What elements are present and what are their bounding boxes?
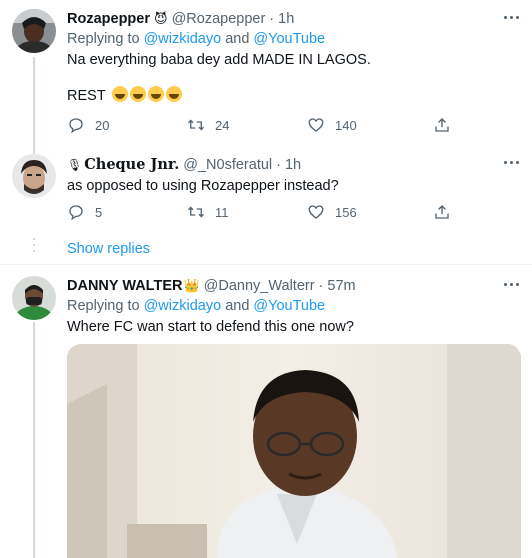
tweet-header: 🎙 Cheque Jnr. @_N0sferatul · 1h — [67, 155, 302, 175]
crown-emoji-icon: 👑 — [183, 278, 200, 293]
tweet-header: DANNY WALTER 👑 @Danny_Walterr · 57m — [67, 276, 356, 296]
devil-emoji-icon: 😈 — [154, 11, 168, 26]
retweet-button[interactable]: 11 — [187, 203, 229, 221]
reply-icon — [69, 118, 83, 134]
mention-link[interactable]: @YouTube — [253, 298, 325, 314]
display-name[interactable]: Rozapepper — [67, 9, 150, 29]
show-replies-link[interactable]: Show replies — [67, 239, 150, 259]
tweet-text-line: Na everything baba dey add MADE IN LAGOS… — [67, 52, 371, 68]
tweet-cheque-jnr[interactable]: 🎙 Cheque Jnr. @_N0sferatul · 1h as oppos… — [0, 146, 532, 234]
mention-link[interactable]: @wizkidayo — [144, 298, 222, 314]
tweet-text-line: Where FC wan start to defend this one no… — [67, 319, 354, 335]
thread-line — [33, 57, 35, 146]
retweet-count: 11 — [215, 204, 229, 220]
more-icon[interactable] — [502, 278, 522, 292]
reply-button[interactable]: 5 — [67, 203, 102, 221]
timestamp[interactable]: 1h — [278, 9, 294, 29]
share-icon — [435, 205, 449, 219]
share-button[interactable] — [433, 203, 451, 221]
like-count: 156 — [335, 204, 357, 220]
handle[interactable]: @Danny_Walterr — [204, 276, 315, 296]
heart-icon — [308, 205, 324, 219]
thread-line — [33, 322, 35, 558]
handle[interactable]: @_N0sferatul — [183, 155, 272, 175]
like-count: 140 — [335, 117, 357, 133]
like-button[interactable]: 156 — [307, 203, 357, 221]
retweet-icon — [188, 119, 204, 131]
like-button[interactable]: 140 — [307, 116, 357, 134]
tweet-header: Rozapepper 😈 @Rozapepper · 1h — [67, 9, 295, 29]
heart-icon — [308, 118, 324, 132]
handle[interactable]: @Rozapepper — [172, 9, 266, 29]
display-name[interactable]: Cheque Jnr. — [84, 155, 179, 175]
avatar[interactable] — [12, 9, 56, 53]
more-icon[interactable] — [502, 156, 522, 170]
share-icon — [435, 118, 449, 132]
tweet-text-line: as opposed to using Rozapepper instead? — [67, 178, 339, 194]
more-replies-indicator — [33, 238, 35, 256]
tweet-text-line: REST — [67, 86, 520, 106]
retweet-icon — [188, 206, 204, 218]
microphone-icon: 🎙 — [67, 158, 83, 172]
display-name[interactable]: DANNY WALTER — [67, 276, 182, 296]
avatar[interactable] — [12, 276, 56, 320]
more-icon[interactable] — [502, 11, 522, 25]
timestamp[interactable]: 1h — [285, 155, 301, 175]
retweet-count: 24 — [215, 117, 230, 133]
tweet-rozapepper[interactable]: Rozapepper 😈 @Rozapepper · 1h Replying t… — [0, 0, 532, 146]
avatar[interactable] — [12, 154, 56, 198]
reply-button[interactable]: 20 — [67, 116, 109, 134]
laughing-emoji-icon — [112, 86, 184, 104]
reply-icon — [69, 205, 83, 221]
timestamp[interactable]: 57m — [327, 276, 355, 296]
replying-to: Replying to @wizkidayo and @YouTube — [67, 31, 326, 47]
retweet-button[interactable]: 24 — [187, 116, 229, 134]
thread-line — [33, 146, 35, 154]
mention-link[interactable]: @wizkidayo — [144, 31, 222, 47]
reply-count: 5 — [95, 204, 103, 220]
tweet-media-image[interactable] — [67, 344, 521, 558]
share-button[interactable] — [433, 116, 451, 134]
mention-link[interactable]: @YouTube — [253, 31, 325, 47]
reply-count: 20 — [95, 117, 110, 133]
replying-to: Replying to @wizkidayo and @YouTube — [67, 298, 326, 314]
